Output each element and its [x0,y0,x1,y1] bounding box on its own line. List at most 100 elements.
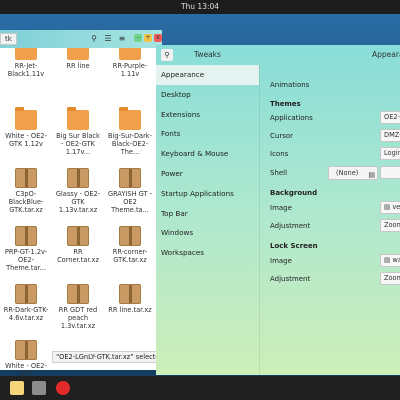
shell-extra-select[interactable] [380,166,400,179]
bg-adjustment-label: Adjustment [270,222,311,230]
files-headerbar: tk ⚲ ☰ ≡ - + x [0,30,162,48]
background-heading: Background [270,189,318,197]
file-item-label: PRP-GT-1.2v-OE2-Theme.tar... [4,248,48,272]
applications-label: Applications [270,114,313,122]
file-item[interactable]: RR GDT red peach 1.3v.tar.xz [54,284,102,342]
file-item-label: White - OE2-GTK 1.12v [5,132,47,148]
sidebar-item-desktop[interactable]: Desktop [156,85,259,105]
themes-heading: Themes [270,100,301,108]
folder-icon [119,107,141,130]
appearance-panel: Animations Themes Applications OE2-G Cur… [261,65,400,375]
sidebar-item-power[interactable]: Power [156,164,259,184]
folder-icon [15,107,37,130]
archive-icon [15,340,37,360]
file-grid: RR-Jet-Black1.11v RR line RR-Purple-1.11v W… [0,48,162,376]
folder-icon [119,48,141,60]
file-item[interactable]: RR line [54,48,102,98]
file-item[interactable]: Big Sur Black - OE2-GTK 1.17v... [54,107,102,168]
file-item-label: RR-Purple-1.11v [112,62,148,78]
sidebar-item-appearance[interactable]: Appearance [156,65,259,85]
archive-icon [15,284,37,304]
sidebar-item-extensions[interactable]: Extensions [156,105,259,125]
file-chooser-icon[interactable]: ▤ [368,169,375,181]
archive-icon [119,226,141,246]
file-item[interactable]: Glassy - OE2-GTK 1.13v.tar.xz [54,168,102,226]
bg-image-chooser[interactable]: ▤ ve [380,201,400,214]
files-window: tk ⚲ ☰ ≡ - + x RR-Jet-Black1.11v RR line R… [0,30,162,376]
opera-browser-icon[interactable] [56,381,70,395]
sidebar-item-top-bar[interactable]: Top Bar [156,204,259,224]
file-item-label: RR-Dark-GTK-4.6v.tar.xz [3,306,49,322]
sidebar-item-workspaces[interactable]: Workspaces [156,243,259,263]
view-options-icon[interactable]: ☰ [102,33,114,45]
close-icon[interactable]: x [154,34,162,42]
file-item[interactable]: C3pO-BlackBlue-GTK.tar.xz [2,168,50,226]
files-app-icon[interactable] [32,381,46,395]
maximize-icon[interactable]: + [144,34,152,42]
file-item[interactable]: White - OE2-GTK 1.12v [2,107,50,168]
minimize-icon[interactable]: - [134,34,142,42]
cursor-label: Cursor [270,132,294,140]
file-item-label: RR Corner.tar.xz [57,248,99,264]
file-item[interactable]: Big-Sur-Dark-Black-OE2-The... [106,107,154,168]
file-item[interactable]: RR-corner-GTK.tar.xz [106,226,154,284]
lock-adjustment-select[interactable]: Zoom [380,272,400,285]
search-icon[interactable]: ⚲ [88,33,100,45]
search-icon[interactable]: ⚲ [161,49,173,61]
archive-icon [67,226,89,246]
sidebar-item-startup-applications[interactable]: Startup Applications [156,184,259,204]
lock-image-chooser[interactable]: ▤ wa [380,254,400,267]
bg-adjustment-select[interactable]: Zoom [380,219,400,232]
file-item-label: White - OE2-GTK 1.12v.tar.xz [5,362,47,376]
tweaks-sidebar: Appearance Desktop Extensions Fonts Keyboard… [156,65,260,375]
file-item-label: RR GDT red peach 1.3v.tar.xz [58,306,98,330]
file-item[interactable]: PRP-GT-1.2v-OE2-Theme.tar... [2,226,50,284]
icons-label: Icons [270,150,289,158]
folder-icon [67,107,89,130]
shell-theme-select[interactable]: (None) ▤ [328,166,378,180]
archive-icon [119,168,141,188]
folder-icon [15,48,37,60]
breadcrumb[interactable]: tk [0,33,17,45]
sidebar-item-windows[interactable]: Windows [156,223,259,243]
page-title: Appearance [372,50,400,59]
file-item-label: Big Sur Black - OE2-GTK 1.17v... [56,132,100,156]
sidebar-item-fonts[interactable]: Fonts [156,124,259,144]
file-item-label: GRAYISH GT - OE2 Theme.ta... [107,190,152,214]
shell-label: Shell [270,169,288,177]
icons-theme-select[interactable]: Login [380,147,400,160]
file-item[interactable]: GRAYISH GT - OE2 Theme.ta... [106,168,154,226]
file-item[interactable]: RR-Purple-1.11v [106,48,154,98]
lock-adjustment-label: Adjustment [270,275,311,283]
text-editor-icon[interactable] [10,381,24,395]
animations-label: Animations [270,81,310,89]
file-item-label: RR-Jet-Black1.11v [7,62,45,78]
menu-icon[interactable]: ≡ [116,33,128,45]
sidebar-item-keyboard-mouse[interactable]: Keyboard & Mouse [156,144,259,164]
archive-icon [67,168,89,188]
archive-icon [119,284,141,304]
file-item-label: Glassy - OE2-GTK 1.13v.tar.xz [55,190,101,214]
file-item[interactable]: RR Corner.tar.xz [54,226,102,284]
clock[interactable]: Thu 13:04 [181,2,219,11]
file-item-label: RR line.tar.xz [108,306,152,314]
file-item-label: C3pO-BlackBlue-GTK.tar.xz [8,190,44,214]
archive-icon [67,284,89,304]
top-bar: Thu 13:04 [0,0,400,14]
file-item-label: Big-Sur-Dark-Black-OE2-The... [108,132,152,156]
lock-screen-heading: Lock Screen [270,242,318,250]
file-item[interactable]: RR line.tar.xz [106,284,154,342]
applications-theme-select[interactable]: OE2-G [380,111,400,124]
file-item[interactable]: RR-Dark-GTK-4.6v.tar.xz [2,284,50,342]
window-title: Tweaks [194,50,221,59]
cursor-theme-select[interactable]: DMZ- [380,129,400,142]
file-item[interactable]: RR-Jet-Black1.11v [2,48,50,98]
bg-image-label: Image [270,204,292,212]
status-bar: “OE2-LGnLY-GTK.tar.xz” selected [52,351,162,363]
folder-icon [67,48,89,60]
file-item-label: RR-corner-GTK.tar.xz [112,248,148,264]
lock-image-label: Image [270,257,292,265]
dock [0,376,400,400]
file-item[interactable]: White - OE2-GTK 1.12v.tar.xz [2,340,50,376]
tweaks-window: ⚲ Tweaks Appearance AppearanceDesktopExt… [156,45,400,375]
